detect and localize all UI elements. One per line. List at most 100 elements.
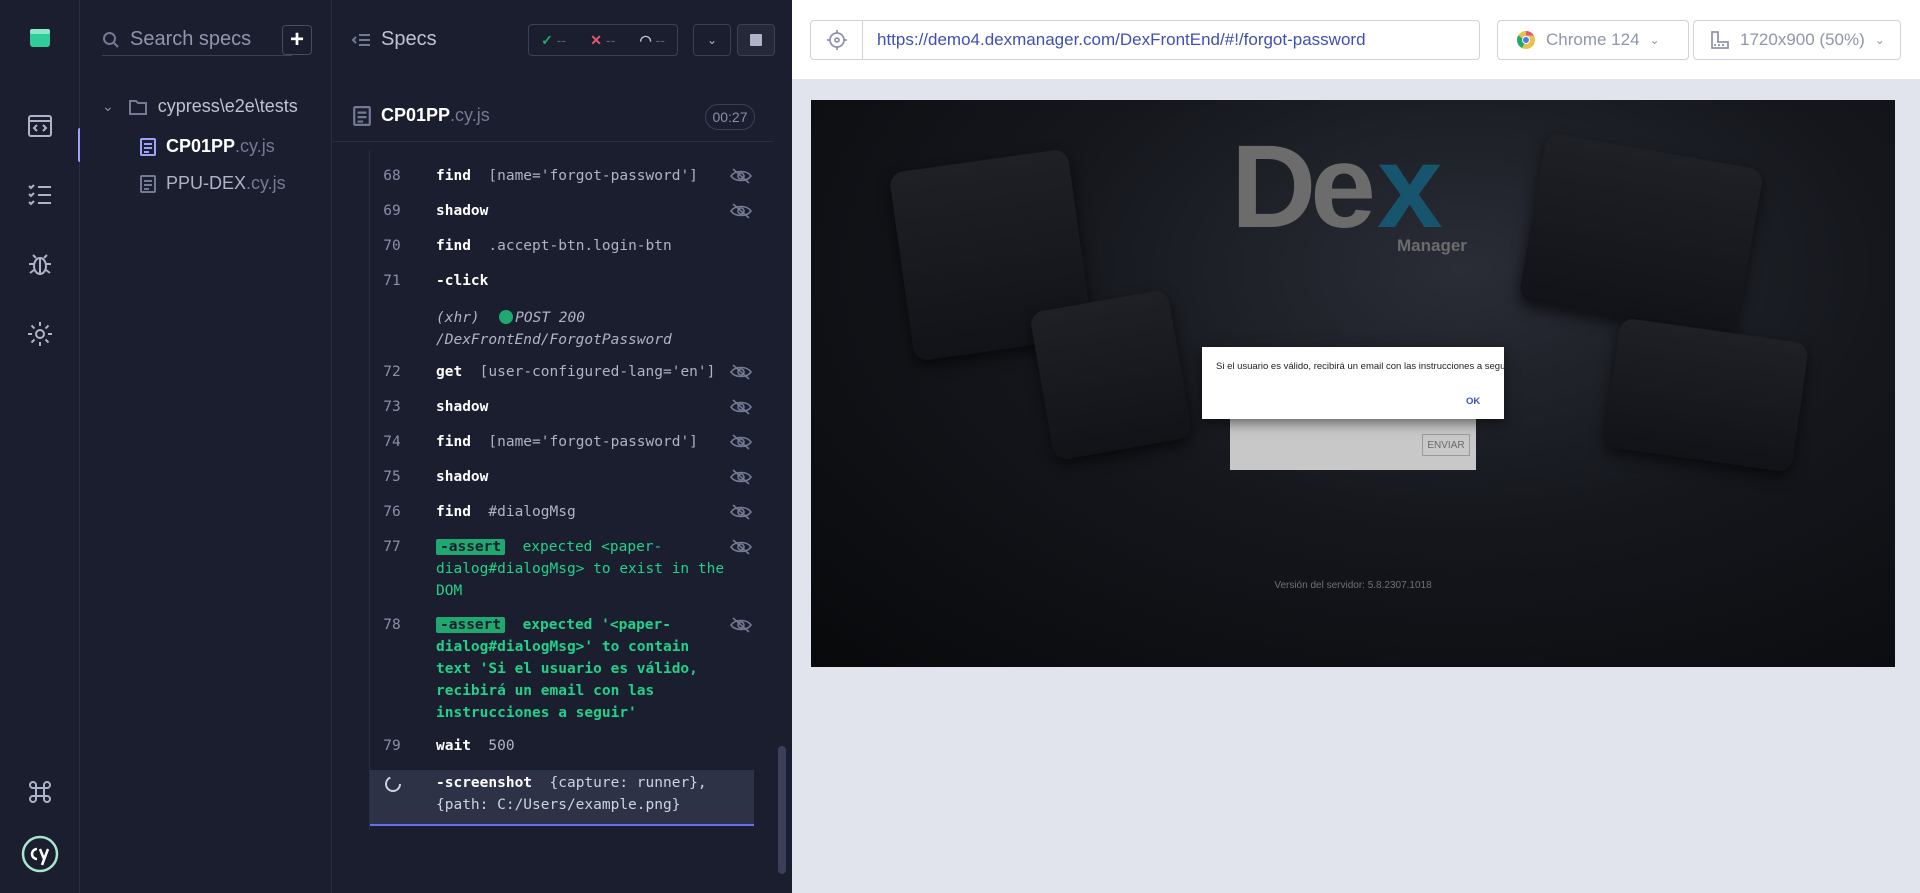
test-stats: ✓ -- ✕ -- ◠ -- <box>528 24 678 56</box>
document-icon <box>140 174 156 193</box>
spec-file-cp01pp[interactable]: CP01PP .cy.js <box>140 136 275 157</box>
command-number: 74 <box>383 434 401 450</box>
browser-selector[interactable]: Chrome 124 ⌄ <box>1497 20 1689 60</box>
command-log: 68 find [name='forgot-password'] 69 shad… <box>369 150 769 830</box>
x-icon: ✕ <box>590 31 603 48</box>
command-name: shadow <box>436 399 489 415</box>
stop-button[interactable] <box>737 24 775 56</box>
eye-slash-icon <box>730 399 752 415</box>
forgot-password-form: ENVIAR <box>1230 410 1476 470</box>
command-number: 70 <box>383 238 401 254</box>
send-button[interactable]: ENVIAR <box>1422 434 1470 456</box>
chevron-down-icon: ⌄ <box>1874 33 1885 47</box>
spec-file-name: CP01PP <box>166 136 236 156</box>
command-number: 75 <box>383 469 401 485</box>
spec-duration: 00:27 <box>705 104 755 130</box>
app-under-test-frame: De x Manager ENVIAR Si el usuario es vál… <box>811 100 1895 667</box>
eye-slash-icon <box>730 617 752 633</box>
assert-tag: -assert <box>436 539 506 555</box>
failed-stat: ✕ -- <box>590 32 615 49</box>
bug-icon <box>29 254 51 275</box>
command-key-icon <box>29 781 51 803</box>
folder-icon <box>128 99 147 115</box>
command-number: 79 <box>383 738 401 754</box>
search-specs-field[interactable]: Search specs <box>102 24 292 56</box>
plus-icon: + <box>289 26 304 53</box>
url-bar[interactable]: https://demo4.dexmanager.com/DexFrontEnd… <box>810 20 1480 60</box>
assert-tag: -assert <box>436 617 506 633</box>
add-spec-button[interactable]: + <box>282 25 312 55</box>
viewport-toolbar: https://demo4.dexmanager.com/DexFrontEnd… <box>792 0 1920 80</box>
dex-logo-text: De <box>1231 121 1376 253</box>
code-window-icon <box>28 115 52 137</box>
command-name: -screenshot <box>436 775 533 791</box>
nav-keyboard-shortcuts[interactable] <box>0 762 80 822</box>
viewport-size: 1720x900 (50%) <box>1740 30 1865 49</box>
selector-playground-button[interactable] <box>811 21 863 59</box>
specs-toggle[interactable]: Specs <box>351 28 437 51</box>
command-name: find <box>436 434 471 450</box>
browser-name: Chrome 124 <box>1546 30 1640 49</box>
spec-file-ppu-dex[interactable]: PPU-DEX .cy.js <box>140 173 286 194</box>
command-number: 76 <box>383 504 401 520</box>
spinner-icon: ◠ <box>639 31 652 48</box>
command-number: 68 <box>383 168 401 184</box>
command-name: find <box>436 238 471 254</box>
folder-row[interactable]: ⌄ cypress\e2e\tests <box>102 96 298 117</box>
list-check-icon <box>28 184 51 206</box>
command-log-panel: Specs ✓ -- ✕ -- ◠ -- ⌄ CP01PP .cy.js 00:2… <box>333 0 792 893</box>
nav-cypress-logo[interactable] <box>0 824 80 884</box>
chevron-down-icon: ⌄ <box>706 33 718 47</box>
command-number: 78 <box>383 617 401 633</box>
dialog-ok-button[interactable]: OK <box>1466 396 1480 407</box>
command-name: find <box>436 504 471 520</box>
server-version: Versión del servidor: 5.8.2307.1018 <box>1274 580 1432 591</box>
spec-file-ext: .cy.js <box>246 173 286 193</box>
search-specs-placeholder: Search specs <box>130 28 252 50</box>
running-spec-ext: .cy.js <box>450 105 490 125</box>
nav-debug[interactable] <box>0 234 80 294</box>
running-spec-file[interactable]: CP01PP .cy.js <box>353 105 490 126</box>
chevron-down-icon: ⌄ <box>102 98 114 114</box>
keyboard-key-shape <box>1602 317 1810 473</box>
command-name: shadow <box>436 203 489 219</box>
eye-slash-icon <box>730 434 752 450</box>
active-command-row[interactable]: -screenshot {capture: runner}, {path: C:… <box>370 770 754 826</box>
expand-collapse-button[interactable]: ⌄ <box>693 24 731 56</box>
viewport-size-selector[interactable]: 1720x900 (50%) ⌄ <box>1693 20 1901 60</box>
command-name: shadow <box>436 469 489 485</box>
reporter-title: Specs <box>381 28 437 50</box>
command-number: 73 <box>383 399 401 415</box>
command-arg: [user-configured-lang='en'] <box>479 364 716 380</box>
cypress-logo-icon <box>21 835 59 873</box>
nav-runs[interactable] <box>0 164 80 224</box>
command-arg: [name='forgot-password'] <box>488 434 698 450</box>
running-spec-name: CP01PP <box>381 105 451 125</box>
document-icon <box>353 105 371 126</box>
command-number: 77 <box>383 539 401 555</box>
eye-slash-icon <box>730 364 752 380</box>
keyboard-key-shape <box>1029 288 1193 462</box>
command-number: 71 <box>383 273 401 289</box>
dialog-message: Si el usuario es válido, recibirá un ema… <box>1202 347 1511 419</box>
pending-count: -- <box>655 31 665 48</box>
cypress-app-logo[interactable] <box>0 8 80 68</box>
aut-viewport: https://demo4.dexmanager.com/DexFrontEnd… <box>792 0 1920 893</box>
status-dot <box>499 310 514 324</box>
nav-settings[interactable] <box>0 304 80 364</box>
folder-name: cypress\e2e\tests <box>157 96 298 116</box>
spec-file-ext: .cy.js <box>235 136 275 156</box>
dex-logo-subtitle: Manager <box>1397 236 1467 255</box>
nav-specs[interactable] <box>0 96 80 156</box>
command-name: wait <box>436 738 471 754</box>
pending-stat: ◠ -- <box>639 32 664 49</box>
main-nav <box>0 0 82 893</box>
chevron-down-icon: ⌄ <box>1649 33 1660 47</box>
specs-panel: Search specs + ⌄ cypress\e2e\tests CP01P… <box>80 0 332 893</box>
crosshair-icon <box>826 30 847 50</box>
document-icon <box>140 137 156 156</box>
command-arg: [name='forgot-password'] <box>488 168 698 184</box>
xhr-label: (xhr) <box>436 310 480 326</box>
command-log-scrollbar[interactable] <box>778 746 786 874</box>
passed-stat: ✓ -- <box>541 32 566 49</box>
